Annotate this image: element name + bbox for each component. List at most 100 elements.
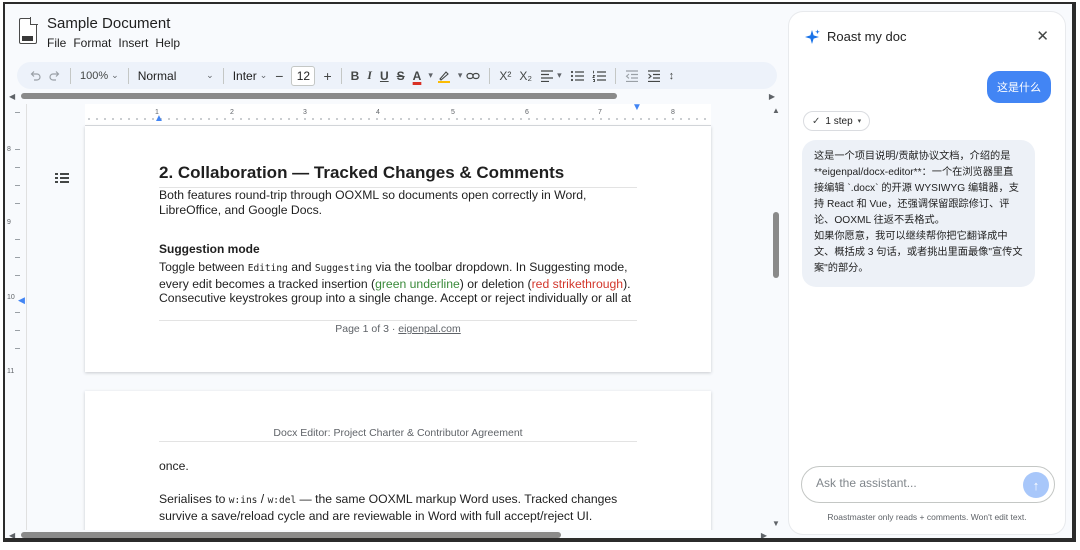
assistant-title: Roast my doc [827,29,907,44]
zoom-dropdown[interactable]: 100% ⌄ [76,65,123,87]
ruler-number: 10 [7,294,15,301]
numbered-list-icon[interactable] [588,65,610,87]
assistant-reply-paragraph: 如果你愿意，我可以继续帮你把它翻译成中文、概括成 3 句话，或者挑出里面最像"宣… [814,231,1023,274]
menu-file[interactable]: File [47,36,66,50]
sparkle-icon [805,29,820,44]
document-page-2[interactable]: Docx Editor: Project Charter & Contribut… [85,391,711,530]
scroll-right-icon[interactable]: ▶ [761,531,767,538]
font-size-field[interactable]: 12 [287,65,319,87]
formatting-toolbar: 100% ⌄ Normal ⌄ Inter ⌄ − 12 + B I U S A ▾ … [17,62,777,89]
ruler-number: 2 [230,109,234,116]
close-icon[interactable]: ✕ [1036,27,1049,45]
horizontal-ruler: 1 2 3 4 5 6 7 8 ▲ ▼ [85,104,711,126]
ruler-number: 3 [303,109,307,116]
vertical-scrollbar[interactable]: ▲ ▼ [771,104,781,530]
scroll-down-icon[interactable]: ▼ [772,519,780,528]
subsection-heading[interactable]: Suggestion mode [159,242,260,256]
footer-divider [159,320,637,321]
increase-font-size-button[interactable]: + [319,65,335,87]
decrease-font-size-button[interactable]: − [271,65,287,87]
ruler-number: 8 [671,109,675,116]
subscript-button[interactable]: X₂ [515,65,536,87]
continued-text[interactable]: once. [159,459,637,474]
scroll-left-icon[interactable]: ◀ [9,531,15,538]
header-divider [159,441,637,442]
document-outline-icon[interactable] [55,172,69,184]
strikethrough-button[interactable]: S [393,65,409,87]
title-bar: Sample Document File Format Insert Help [5,4,781,60]
send-button[interactable]: ↑ [1023,472,1049,498]
section-heading[interactable]: 2. Collaboration — Tracked Changes & Com… [159,163,564,183]
decrease-indent-icon[interactable] [621,65,643,87]
green-underline-text: green underline [375,276,460,291]
code-w-ins: w:ins [228,495,258,506]
indent-marker-icon[interactable]: ◀ [18,295,25,306]
ruler-number: 5 [451,109,455,116]
style-dropdown[interactable]: Normal ⌄ [134,65,218,87]
link-icon[interactable] [462,65,484,87]
strikethrough-icon: S [396,68,405,83]
arrow-up-icon: ↑ [1032,477,1040,493]
superscript-button[interactable]: X² [495,65,515,87]
chevron-down-icon: ⌄ [259,70,268,80]
align-left-icon[interactable]: ▾ [536,65,566,87]
steps-toggle[interactable]: ✓ 1 step ▾ [803,111,871,131]
style-value: Normal [137,68,177,83]
document-title[interactable]: Sample Document [47,15,170,32]
assistant-panel: Roast my doc ✕ 这是什么 ✓ 1 step ▾ 这是一个项目说明/… [789,12,1065,534]
font-size-value: 12 [291,65,316,86]
text-color-button[interactable]: A [409,65,426,87]
red-strikethrough-text: red strikethrough [531,276,624,291]
ruler-number: 11 [7,368,15,375]
menu-insert[interactable]: Insert [118,36,148,50]
assistant-input[interactable] [816,476,1016,490]
underline-button[interactable]: U [376,65,393,87]
horizontal-scrollbar-top[interactable]: ◀ ▶ [9,92,775,102]
scroll-up-icon[interactable]: ▲ [772,106,780,115]
assistant-reply-paragraph: 这是一个项目说明/贡献协议文档，介绍的是 **eigenpal/docx-edi… [814,151,1019,226]
steps-label: 1 step [825,115,853,127]
menu-help[interactable]: Help [155,36,180,50]
menu-format[interactable]: Format [73,36,111,50]
scroll-right-icon[interactable]: ▶ [769,92,775,101]
user-message: 这是什么 [987,71,1051,103]
assistant-message: 这是一个项目说明/贡献协议文档，介绍的是 **eigenpal/docx-edi… [802,140,1035,287]
scrollbar-thumb[interactable] [21,93,617,99]
highlight-icon[interactable] [433,65,455,87]
font-dropdown[interactable]: Inter ⌄ [229,65,272,87]
chevron-down-icon: ▾ [557,70,562,80]
increase-indent-icon[interactable] [643,65,665,87]
code-w-del: w:del [267,495,297,506]
assistant-disclaimer: Roastmaster only reads + comments. Won't… [827,512,1027,522]
horizontal-scrollbar-bottom[interactable]: ◀ ▶ [9,531,771,538]
document-page-1[interactable]: 2. Collaboration — Tracked Changes & Com… [85,126,711,372]
chevron-down-icon: ⌄ [206,70,214,80]
undo-icon[interactable] [25,65,45,87]
scrollbar-thumb[interactable] [21,532,561,538]
intro-paragraph[interactable]: Both features round-trip through OOXML s… [159,188,637,217]
check-icon: ✓ [812,115,821,127]
line-spacing-icon[interactable]: ↕ [665,65,679,87]
bulleted-list-icon[interactable] [566,65,588,87]
suggestion-mode-paragraph[interactable]: Toggle between Editing and Suggesting vi… [159,260,637,306]
ruler-number: 9 [7,219,11,226]
menu-bar: File Format Insert Help [47,36,180,50]
zoom-value: 100% [80,69,109,82]
assistant-input-box[interactable]: ↑ [801,466,1055,503]
left-indent-marker-icon[interactable]: ▲ [154,113,164,124]
bold-button[interactable]: B [347,65,364,87]
text-color-icon: A [412,69,422,83]
right-indent-marker-icon[interactable]: ▼ [632,104,642,113]
italic-button[interactable]: I [363,65,376,87]
footer-link[interactable]: eigenpal.com [398,323,460,335]
ruler-number: 6 [525,109,529,116]
app-window: Sample Document File Format Insert Help … [3,2,1076,542]
document-icon [19,17,38,44]
page-header: Docx Editor: Project Charter & Contribut… [273,427,523,439]
code-editing: Editing [247,263,288,274]
document-canvas[interactable]: 8 9 10 ◀ 11 1 2 3 4 5 6 7 8 ▲ ▼ 2. Colla… [5,104,771,530]
serialises-paragraph[interactable]: Serialises to w:ins / w:del — the same O… [159,492,637,523]
scrollbar-thumb[interactable] [773,212,779,278]
scroll-left-icon[interactable]: ◀ [9,92,15,101]
redo-icon[interactable] [45,65,65,87]
